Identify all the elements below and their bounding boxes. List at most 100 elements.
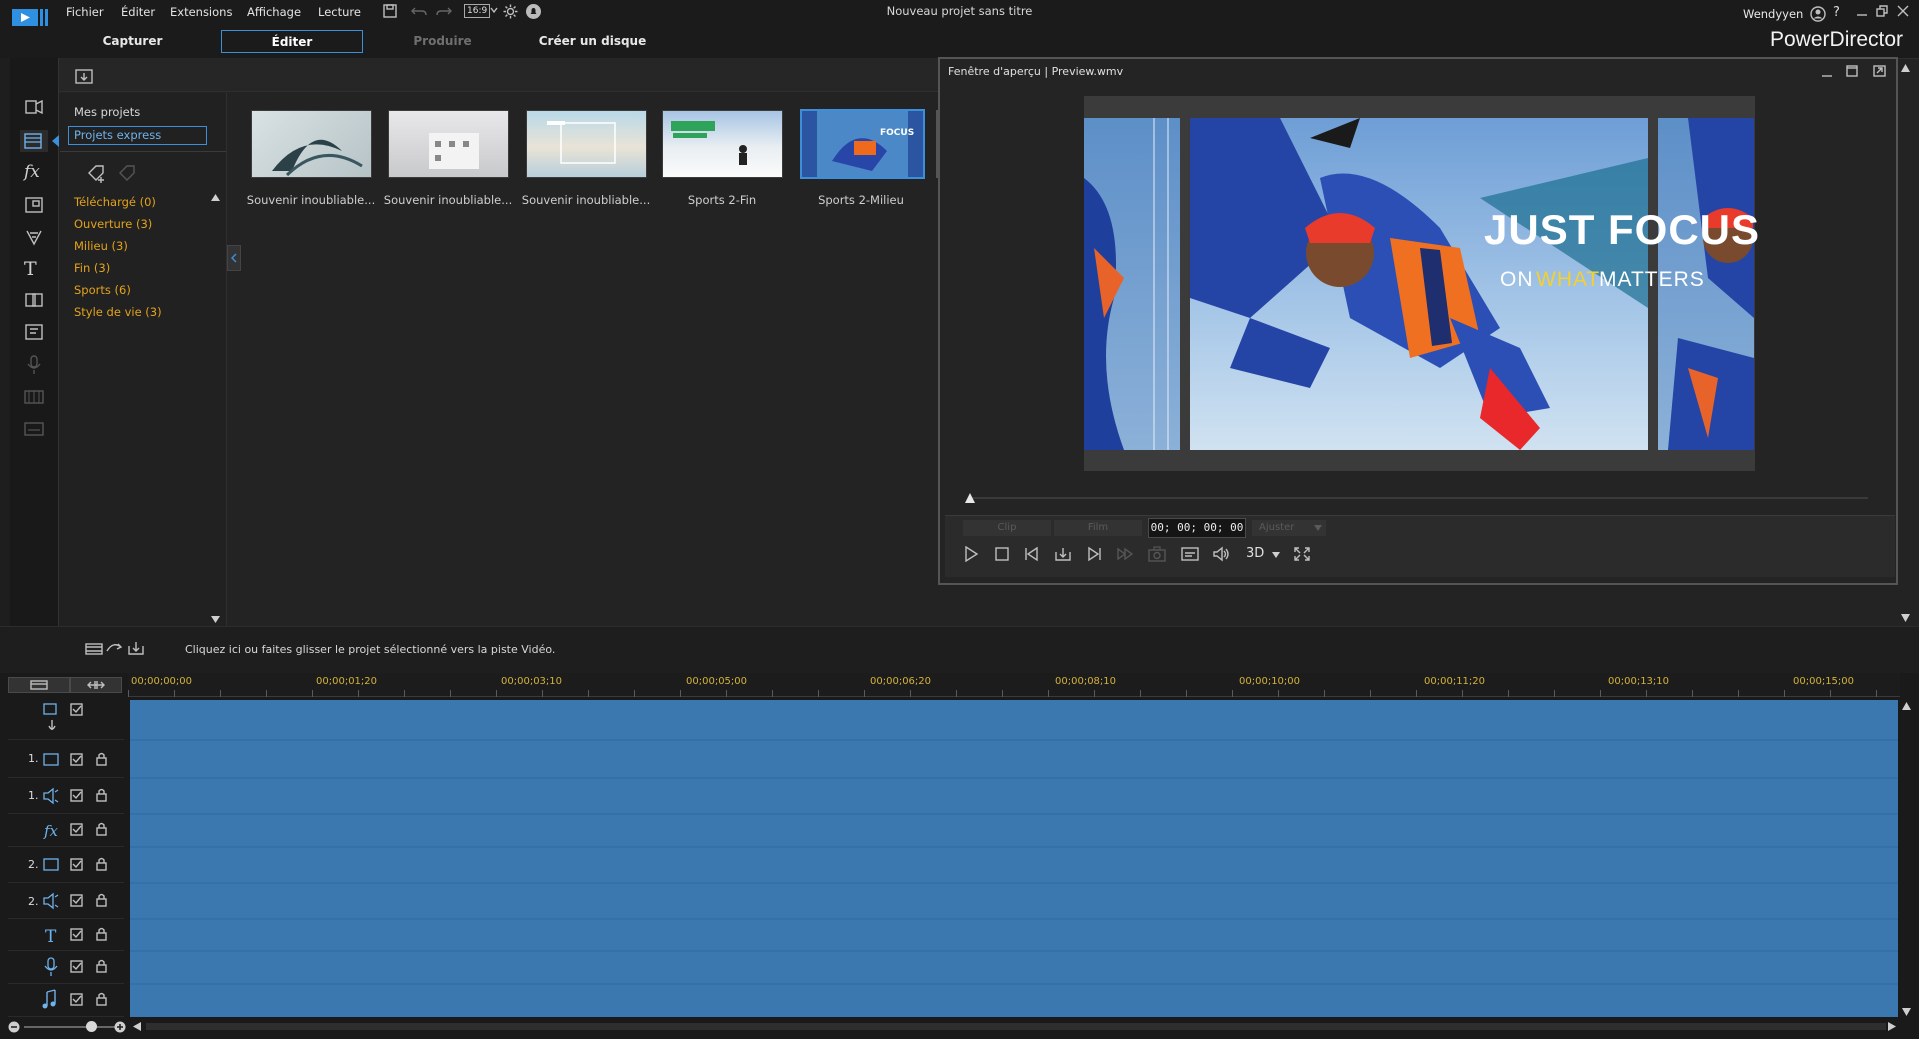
express-projects-room-icon[interactable] — [20, 130, 48, 152]
scroll-up-icon[interactable] — [1901, 64, 1910, 72]
play-icon[interactable] — [962, 546, 980, 562]
subtitle-toggle-icon[interactable] — [1181, 546, 1199, 562]
timecode-field[interactable]: 00; 00; 00; 00 — [1148, 518, 1246, 538]
maximize-icon[interactable] — [1846, 65, 1858, 77]
pip-objects-room-icon[interactable] — [24, 196, 44, 214]
collapse-panel-button[interactable] — [227, 245, 241, 271]
dock-icon[interactable] — [1873, 65, 1886, 77]
3d-mode-button[interactable]: 3D — [1246, 546, 1264, 561]
storyboard-timeline-toggle-icon[interactable] — [85, 641, 151, 657]
scroll-down-icon[interactable] — [1901, 614, 1910, 622]
category-telecharge[interactable]: Téléchargé (0) — [74, 195, 156, 209]
tab-creer-disque[interactable]: Créer un disque — [520, 30, 665, 53]
category-ouverture[interactable]: Ouverture (3) — [74, 217, 152, 231]
template-thumbnail[interactable] — [251, 110, 372, 178]
ruler-tick: 00;00;15;00 — [1793, 676, 1855, 687]
thumbnail-label: Sports 2-Fin — [687, 193, 757, 207]
category-sports[interactable]: Sports (6) — [74, 283, 131, 297]
audio-mixing-room-icon[interactable] — [24, 323, 44, 341]
fx-room-icon[interactable]: fx — [24, 162, 44, 182]
remove-tag-icon[interactable] — [117, 163, 139, 183]
volume-icon[interactable] — [1212, 546, 1230, 562]
template-thumbnail[interactable] — [388, 110, 509, 178]
overlay-subtitle-what: WHAT — [1536, 268, 1601, 291]
title-room-icon[interactable]: T — [24, 258, 44, 280]
tab-editer[interactable]: Éditer — [221, 30, 363, 53]
next-frame-icon[interactable] — [1085, 546, 1103, 562]
minimize-icon[interactable] — [1856, 5, 1868, 17]
ruler-tick: 00;00;10;00 — [1239, 676, 1301, 687]
chevron-down-icon[interactable] — [1272, 552, 1280, 558]
track-header-voice — [8, 951, 124, 984]
divider — [60, 151, 226, 152]
scroll-up-icon[interactable] — [1902, 702, 1911, 710]
category-milieu[interactable]: Milieu (3) — [74, 239, 128, 253]
scroll-right-icon[interactable] — [1888, 1022, 1896, 1031]
svg-text:T: T — [45, 927, 57, 947]
user-name[interactable]: Wendyyen — [1743, 7, 1803, 21]
split-icon[interactable] — [1054, 546, 1072, 562]
restore-icon[interactable] — [1876, 5, 1888, 17]
scroll-left-icon[interactable] — [133, 1022, 141, 1031]
tab-produire[interactable]: Produire — [370, 30, 515, 53]
scroll-down-icon[interactable] — [211, 615, 220, 624]
track-header-fx: fx — [8, 814, 124, 847]
category-tree — [59, 93, 227, 626]
clip-mode-button[interactable]: Clip — [963, 520, 1051, 536]
template-thumbnail[interactable] — [662, 110, 783, 178]
stop-icon[interactable] — [993, 546, 1011, 562]
track-area[interactable] — [130, 700, 1898, 1017]
playhead-handle-icon[interactable] — [964, 492, 976, 504]
media-room-icon[interactable] — [24, 98, 44, 116]
scroll-up-icon[interactable] — [211, 193, 220, 202]
track-header-title: T — [8, 919, 124, 951]
template-thumbnail[interactable] — [526, 110, 647, 178]
voice-over-room-icon[interactable] — [26, 355, 42, 375]
snapshot-camera-icon[interactable] — [1148, 546, 1166, 562]
transition-room-icon[interactable] — [24, 291, 44, 309]
particle-room-icon[interactable] — [24, 228, 44, 246]
scroll-down-icon[interactable] — [1902, 1008, 1911, 1016]
zoom-slider-handle[interactable] — [86, 1021, 97, 1032]
category-style-de-vie[interactable]: Style de vie (3) — [74, 305, 162, 319]
my-projects-item[interactable]: Mes projets — [74, 105, 140, 119]
svg-text:fx: fx — [43, 822, 59, 840]
zoom-slider[interactable] — [24, 1026, 116, 1028]
ruler-tick: 00;00;03;10 — [501, 676, 563, 687]
track-header-audio-2 — [8, 883, 124, 919]
fullscreen-icon[interactable] — [1293, 546, 1311, 562]
fast-forward-icon[interactable] — [1116, 546, 1134, 562]
track-manager-icon[interactable] — [8, 677, 70, 693]
zoom-in-icon[interactable] — [114, 1021, 126, 1033]
import-media-icon[interactable] — [75, 68, 93, 84]
express-projects-item[interactable]: Projets express — [68, 126, 207, 145]
chapter-room-icon[interactable] — [24, 389, 44, 405]
close-icon[interactable] — [1897, 5, 1909, 17]
add-tag-icon[interactable] — [86, 163, 108, 183]
ruler-tick: 00;00;01;20 — [316, 676, 378, 687]
horizontal-scrollbar[interactable] — [146, 1023, 1886, 1030]
track-header-video-1 — [8, 742, 124, 778]
previous-frame-icon[interactable] — [1023, 546, 1041, 562]
category-fin[interactable]: Fin (3) — [74, 261, 110, 275]
overlay-subtitle-matters: MATTERS — [1599, 268, 1705, 291]
playback-scrubber[interactable] — [970, 497, 1868, 499]
thumbnail-label: Souvenir inoubliable... — [521, 193, 651, 207]
ruler-tick: 00;00;05;00 — [686, 676, 748, 687]
track-header-audio-1 — [8, 778, 124, 814]
chevron-down-icon[interactable] — [1314, 525, 1322, 531]
svg-text:FOCUS: FOCUS — [880, 128, 914, 138]
zoom-out-icon[interactable] — [8, 1021, 20, 1033]
timeline-hint-text: Cliquez ici ou faites glisser le projet … — [185, 643, 556, 656]
template-thumbnail-selected[interactable]: FOCUS — [800, 109, 925, 179]
film-mode-button[interactable]: Film — [1054, 520, 1142, 536]
help-button[interactable]: ? — [1833, 5, 1840, 20]
window-title: Nouveau projet sans titre — [886, 4, 1033, 18]
subtitle-room-icon[interactable] — [24, 421, 44, 437]
fit-timeline-icon[interactable] — [70, 677, 122, 693]
thumbnail-label: Sports 2-Milieu — [818, 193, 904, 207]
tab-capturer[interactable]: Capturer — [60, 30, 205, 53]
minimize-icon[interactable] — [1821, 67, 1833, 77]
user-account-icon[interactable] — [1810, 6, 1826, 22]
ruler-minor-ticks — [128, 690, 1900, 697]
